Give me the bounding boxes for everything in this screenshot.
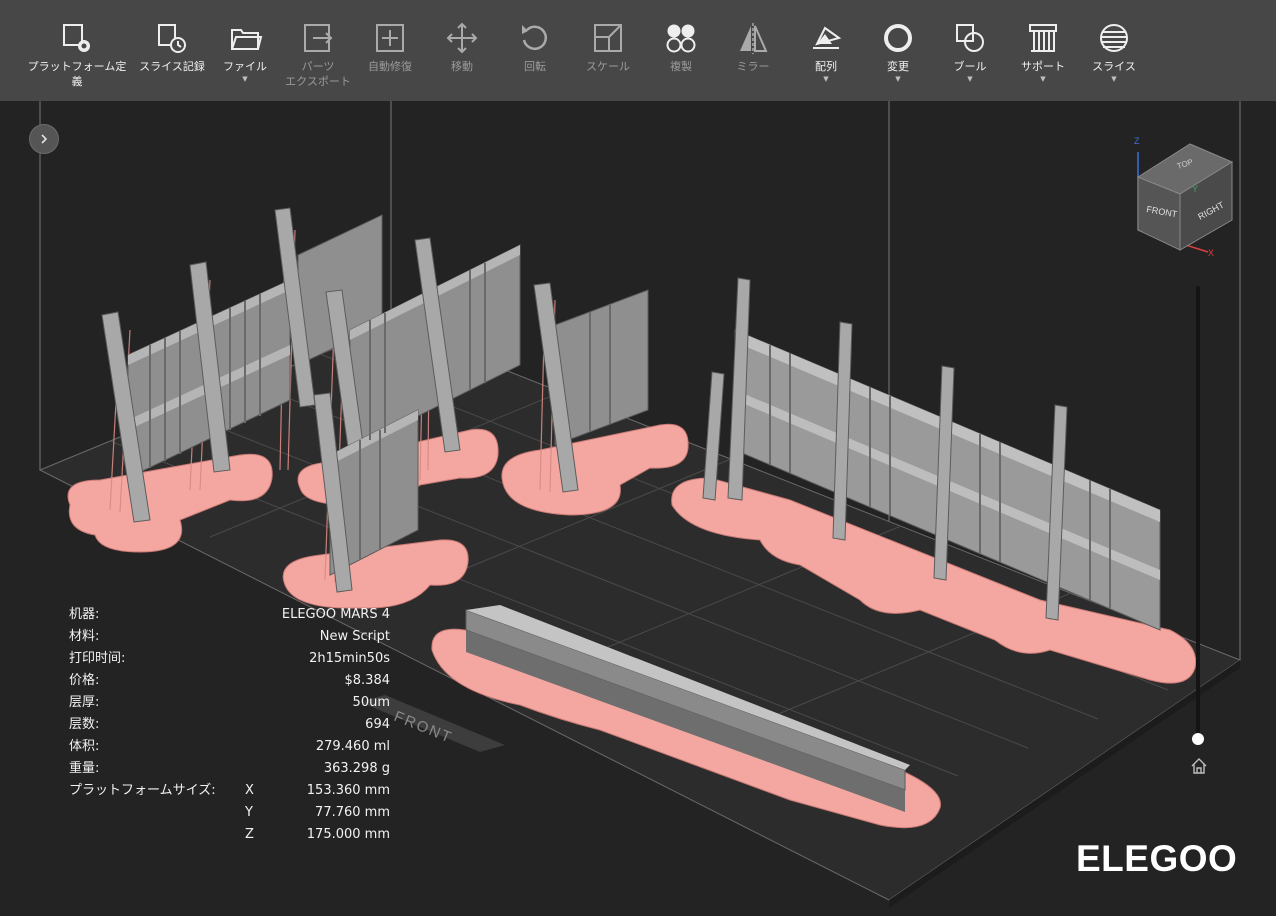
toolbar-label: スライス bbox=[1092, 60, 1136, 73]
info-row-platform-x: プラットフォームサイズ: X 153.360 mm bbox=[69, 780, 399, 802]
info-value: $8.384 bbox=[344, 673, 391, 688]
toolbar-label: 複製 bbox=[670, 60, 692, 73]
toolbar-label: 変更 bbox=[887, 60, 909, 73]
toolbar-label: 自動修復 bbox=[368, 60, 412, 73]
info-value: 153.360 mm bbox=[306, 783, 390, 798]
boolean-icon bbox=[952, 20, 988, 56]
info-row-volume: 体积: 279.460 ml bbox=[69, 736, 399, 758]
info-value: ELEGOO MARS 4 bbox=[281, 607, 390, 622]
info-label: 价格: bbox=[69, 673, 100, 688]
elegoo-logo: ELEGOO bbox=[1076, 838, 1238, 879]
auto-repair-icon bbox=[372, 20, 408, 56]
info-row-platform-y: Y 77.760 mm bbox=[69, 802, 399, 824]
move-icon bbox=[444, 20, 480, 56]
support-icon bbox=[1025, 20, 1061, 56]
toolbar-label: 移動 bbox=[451, 60, 473, 73]
toolbar-label: サポート bbox=[1021, 60, 1065, 73]
info-row-price: 价格: $8.384 bbox=[69, 670, 399, 692]
info-value: 2h15min50s bbox=[309, 651, 390, 666]
info-row-platform-z: Z 175.000 mm bbox=[69, 824, 399, 846]
dropdown-caret-icon: ▼ bbox=[242, 75, 248, 83]
info-label: 打印时间: bbox=[69, 651, 126, 666]
expand-panel-button[interactable] bbox=[29, 124, 59, 154]
info-row-weight: 重量: 363.298 g bbox=[69, 758, 399, 780]
toolbar-label: ミラー bbox=[736, 60, 770, 73]
home-icon bbox=[1191, 758, 1207, 774]
info-value: 175.000 mm bbox=[306, 827, 390, 842]
info-value: 363.298 g bbox=[323, 761, 390, 776]
hollow-icon bbox=[880, 20, 916, 56]
3d-viewport[interactable]: FRONT TOP FRONT RIGHT Z Y X 机器: ELEGOO M… bbox=[0, 101, 1276, 916]
toolbar-label: 配列 bbox=[815, 60, 837, 73]
dropdown-caret-icon: ▼ bbox=[967, 75, 973, 83]
axis-label: Y bbox=[245, 805, 253, 820]
slice-icon bbox=[1096, 20, 1132, 56]
layer-slider-handle[interactable] bbox=[1192, 733, 1204, 745]
export-icon bbox=[300, 20, 336, 56]
axis-label: X bbox=[245, 783, 254, 798]
dropdown-caret-icon: ▼ bbox=[1111, 75, 1117, 83]
toolbar-button-slice[interactable]: スライス ▼ bbox=[1064, 0, 1164, 101]
mirror-icon bbox=[735, 20, 771, 56]
info-row-layer-height: 层厚: 50um bbox=[69, 692, 399, 714]
info-row-layer-count: 层数: 694 bbox=[69, 714, 399, 736]
axis-z-label: Z bbox=[1134, 136, 1140, 146]
info-value: 279.460 ml bbox=[315, 739, 390, 754]
toolbar: プラットフォーム定義 スライス記録 ファイル ▼ パーツ エクスポート 自動修復 移動 回転ス… bbox=[0, 0, 1276, 101]
toolbar-label: プラットフォーム定義 bbox=[27, 60, 127, 88]
scale-icon bbox=[590, 20, 626, 56]
dropdown-caret-icon: ▼ bbox=[823, 75, 829, 83]
info-value: 694 bbox=[365, 717, 390, 732]
axis-x-label: X bbox=[1208, 248, 1214, 258]
info-row-material: 材料: New Script bbox=[69, 626, 399, 648]
info-label: プラットフォームサイズ: bbox=[69, 783, 216, 798]
info-row-print-time: 打印时间: 2h15min50s bbox=[69, 648, 399, 670]
duplicate-icon bbox=[663, 20, 699, 56]
info-value: 77.760 mm bbox=[315, 805, 390, 820]
toolbar-label: ファイル bbox=[223, 60, 267, 73]
dropdown-caret-icon: ▼ bbox=[895, 75, 901, 83]
slice-history-icon bbox=[154, 20, 190, 56]
info-label: 层数: bbox=[69, 717, 100, 732]
toolbar-label: スケール bbox=[586, 60, 630, 73]
info-row-machine: 机器: ELEGOO MARS 4 bbox=[69, 604, 399, 626]
axis-label: Z bbox=[245, 827, 254, 842]
axis-y-label: Y bbox=[1192, 184, 1198, 194]
info-label: 重量: bbox=[69, 761, 100, 776]
view-cube[interactable]: TOP FRONT RIGHT Z Y X bbox=[1128, 132, 1248, 262]
arrange-icon bbox=[808, 20, 844, 56]
info-label: 层厚: bbox=[69, 695, 100, 710]
platform-settings-icon bbox=[59, 20, 95, 56]
dropdown-caret-icon: ▼ bbox=[1040, 75, 1046, 83]
layer-slider-track[interactable] bbox=[1196, 286, 1200, 740]
home-view-button[interactable] bbox=[1188, 755, 1210, 777]
info-value: 50um bbox=[352, 695, 390, 710]
print-info-panel: 机器: ELEGOO MARS 4 材料: New Script 打印时间: 2h15… bbox=[69, 604, 399, 846]
info-label: 材料: bbox=[69, 629, 100, 644]
info-value: New Script bbox=[319, 629, 390, 644]
info-label: 机器: bbox=[69, 607, 100, 622]
toolbar-button-platform-settings[interactable]: プラットフォーム定義 bbox=[27, 0, 127, 101]
toolbar-label: ブール bbox=[953, 60, 987, 73]
chevron-right-icon bbox=[41, 134, 48, 144]
toolbar-label: 回転 bbox=[524, 60, 546, 73]
rotate-icon bbox=[517, 20, 553, 56]
folder-icon bbox=[227, 20, 263, 56]
info-label: 体积: bbox=[69, 739, 100, 754]
